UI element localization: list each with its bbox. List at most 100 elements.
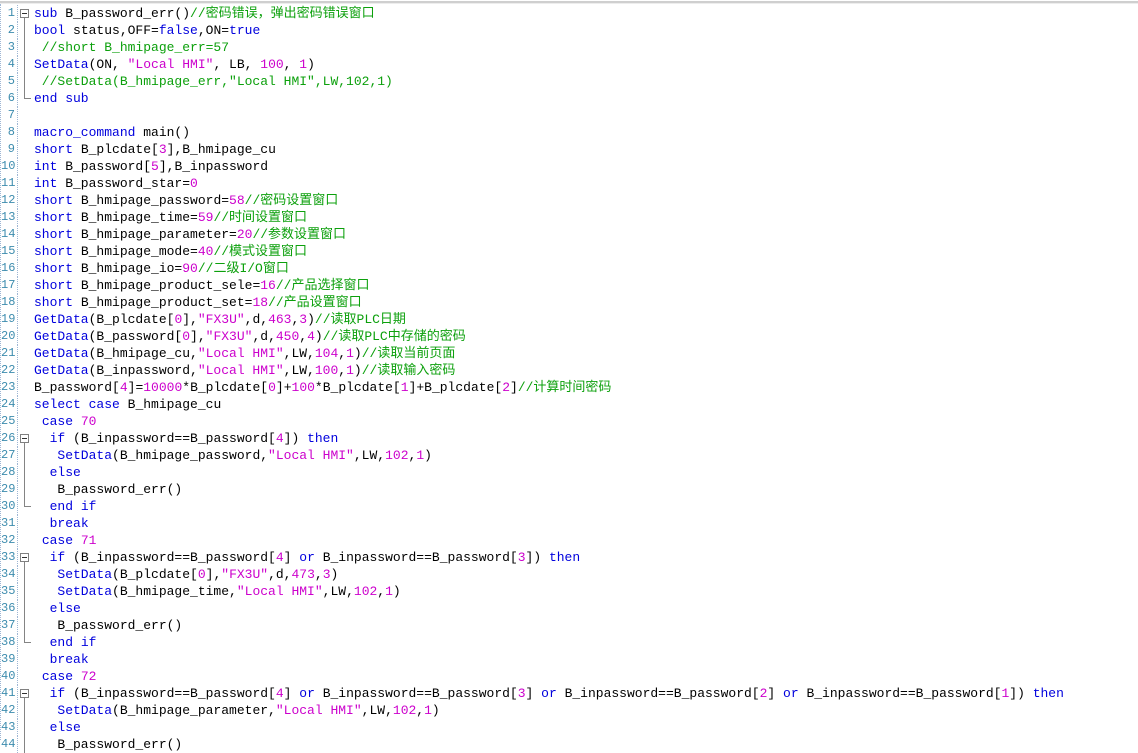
code-token: 1: [416, 448, 424, 463]
code-line-text[interactable]: GetData(B_inpassword,"Local HMI",LW,100,…: [34, 362, 1138, 379]
code-token: sub: [34, 6, 57, 21]
code-token: 4: [276, 431, 284, 446]
line-number: 15: [1, 243, 18, 260]
code-line-text[interactable]: GetData(B_password[0],"FX3U",d,450,4)//读…: [34, 328, 1138, 345]
code-line-text[interactable]: end sub: [34, 90, 1138, 107]
code-line-text[interactable]: SetData(B_hmipage_parameter,"Local HMI",…: [34, 702, 1138, 719]
code-line-text[interactable]: SetData(B_hmipage_password,"Local HMI",L…: [34, 447, 1138, 464]
code-line-text[interactable]: B_password_err(): [34, 481, 1138, 498]
code-token: (B_hmipage_parameter,: [112, 703, 276, 718]
code-token: ]+: [276, 380, 292, 395]
code-line-text[interactable]: else: [34, 719, 1138, 736]
code-line-text[interactable]: case 71: [34, 532, 1138, 549]
code-token: B_password[: [34, 380, 120, 395]
fold-margin: [18, 515, 34, 532]
code-token: case: [42, 669, 73, 684]
code-line-text[interactable]: if (B_inpassword==B_password[4] or B_inp…: [34, 549, 1138, 566]
code-token: 3: [518, 550, 526, 565]
fold-collapse-icon[interactable]: [20, 689, 29, 698]
code-token: "Local HMI": [268, 448, 354, 463]
code-token: B_hmipage_product_sele=: [73, 278, 260, 293]
code-line: 23B_password[4]=10000*B_plcdate[0]+100*B…: [1, 379, 1138, 396]
code-token: //产品设置窗口: [268, 295, 362, 310]
code-line-text[interactable]: end if: [34, 634, 1138, 651]
fold-margin: [18, 617, 34, 634]
code-line-text[interactable]: end if: [34, 498, 1138, 515]
code-line-text[interactable]: short B_hmipage_time=59//时间设置窗口: [34, 209, 1138, 226]
code-token: (B_hmipage_cu,: [89, 346, 198, 361]
code-line-text[interactable]: macro_command main(): [34, 124, 1138, 141]
code-token: if: [50, 686, 66, 701]
code-line-text[interactable]: [34, 107, 1138, 124]
fold-collapse-icon[interactable]: [20, 434, 29, 443]
code-line-text[interactable]: if (B_inpassword==B_password[4]) then: [34, 430, 1138, 447]
fold-collapse-icon[interactable]: [20, 9, 29, 18]
code-line-text[interactable]: GetData(B_plcdate[0],"FX3U",d,463,3)//读取…: [34, 311, 1138, 328]
code-line-text[interactable]: if (B_inpassword==B_password[4] or B_inp…: [34, 685, 1138, 702]
line-number: 12: [1, 192, 18, 209]
line-number: 5: [1, 73, 18, 90]
code-token: [34, 720, 50, 735]
code-token: 3: [323, 567, 331, 582]
code-line-text[interactable]: SetData(B_plcdate[0],"FX3U",d,473,3): [34, 566, 1138, 583]
code-line-text[interactable]: else: [34, 600, 1138, 617]
code-line-text[interactable]: short B_hmipage_io=90//二级I/O窗口: [34, 260, 1138, 277]
code-line: 25 case 70: [1, 413, 1138, 430]
code-token: ,: [416, 703, 424, 718]
code-line-text[interactable]: short B_hmipage_product_set=18//产品设置窗口: [34, 294, 1138, 311]
code-token: 3: [518, 686, 526, 701]
code-token: "Local HMI": [198, 363, 284, 378]
code-line-text[interactable]: break: [34, 515, 1138, 532]
code-line-text[interactable]: B_password_err(): [34, 617, 1138, 634]
code-line-text[interactable]: short B_hmipage_mode=40//模式设置窗口: [34, 243, 1138, 260]
code-token: B_hmipage_parameter=: [73, 227, 237, 242]
code-line-text[interactable]: SetData(ON, "Local HMI", LB, 100, 1): [34, 56, 1138, 73]
code-token: ,: [338, 363, 346, 378]
code-line-text[interactable]: SetData(B_hmipage_time,"Local HMI",LW,10…: [34, 583, 1138, 600]
code-line-text[interactable]: break: [34, 651, 1138, 668]
code-token: ): [432, 703, 440, 718]
code-token: ,d,: [268, 567, 291, 582]
fold-collapse-icon[interactable]: [20, 553, 29, 562]
code-line-text[interactable]: GetData(B_hmipage_cu,"Local HMI",LW,104,…: [34, 345, 1138, 362]
code-line-text[interactable]: short B_hmipage_password=58//密码设置窗口: [34, 192, 1138, 209]
code-token: "Local HMI": [198, 346, 284, 361]
code-token: ]): [284, 431, 307, 446]
code-line-text[interactable]: case 70: [34, 413, 1138, 430]
fold-margin: [18, 702, 34, 719]
code-line-text[interactable]: int B_password[5],B_inpassword: [34, 158, 1138, 175]
code-token: ,d,: [245, 312, 268, 327]
code-line-text[interactable]: //SetData(B_hmipage_err,"Local HMI",LW,1…: [34, 73, 1138, 90]
line-number: 28: [1, 464, 18, 481]
code-line-text[interactable]: B_password_err(): [34, 736, 1138, 753]
code-token: ): [307, 312, 315, 327]
code-token: GetData: [34, 346, 89, 361]
code-token: 4: [276, 550, 284, 565]
code-line: 4SetData(ON, "Local HMI", LB, 100, 1): [1, 56, 1138, 73]
code-line-text[interactable]: short B_hmipage_parameter=20//参数设置窗口: [34, 226, 1138, 243]
code-token: short: [34, 142, 73, 157]
code-line: 21GetData(B_hmipage_cu,"Local HMI",LW,10…: [1, 345, 1138, 362]
code-line-text[interactable]: case 72: [34, 668, 1138, 685]
macro-code-editor[interactable]: 1sub B_password_err()//密码错误，弹出密码错误窗口2boo…: [0, 4, 1138, 740]
code-line-text[interactable]: int B_password_star=0: [34, 175, 1138, 192]
code-line-text[interactable]: short B_plcdate[3],B_hmipage_cu: [34, 141, 1138, 158]
code-line-text[interactable]: short B_hmipage_product_sele=16//产品选择窗口: [34, 277, 1138, 294]
code-line-text[interactable]: bool status,OFF=false,ON=true: [34, 22, 1138, 39]
code-token: ],B_inpassword: [159, 159, 268, 174]
code-token: //时间设置窗口: [213, 210, 307, 225]
code-line-text[interactable]: sub B_password_err()//密码错误，弹出密码错误窗口: [34, 5, 1138, 22]
code-token: B_hmipage_time=: [73, 210, 198, 225]
code-token: select: [34, 397, 81, 412]
code-token: else: [50, 720, 81, 735]
code-token: B_password[: [57, 159, 151, 174]
code-line-text[interactable]: //short B_hmipage_err=57: [34, 39, 1138, 56]
code-line-text[interactable]: B_password[4]=10000*B_plcdate[0]+100*B_p…: [34, 379, 1138, 396]
code-line-text[interactable]: select case B_hmipage_cu: [34, 396, 1138, 413]
code-token: bool: [34, 23, 65, 38]
code-line-text[interactable]: else: [34, 464, 1138, 481]
line-number: 17: [1, 277, 18, 294]
fold-margin: [18, 464, 34, 481]
code-token: ]: [284, 550, 300, 565]
code-token: GetData: [34, 312, 89, 327]
